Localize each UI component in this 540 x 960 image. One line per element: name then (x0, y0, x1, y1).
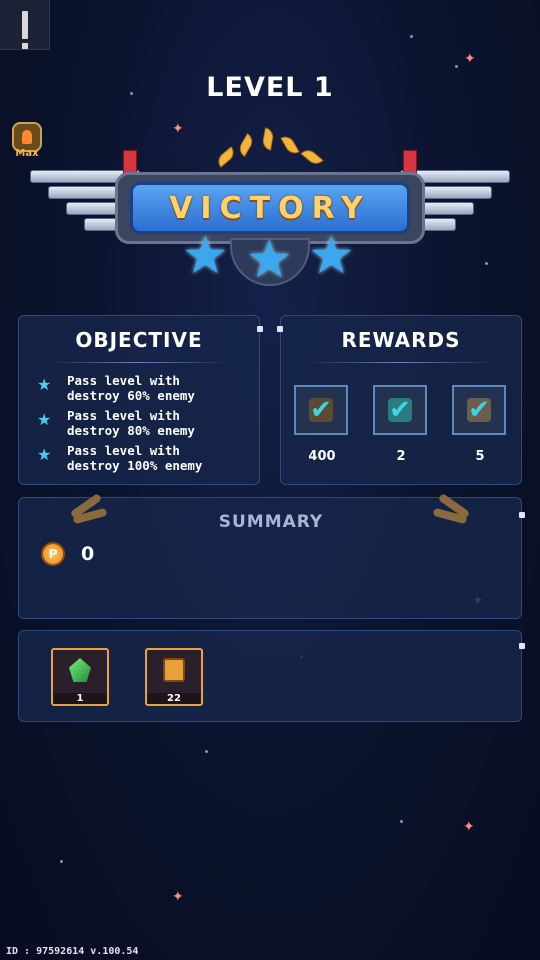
victory-title: VICTORY (169, 190, 371, 226)
loot-panel: 1 22 (18, 630, 525, 722)
green-gem-icon (69, 658, 91, 682)
objective-line: destroy 60% enemy (67, 388, 195, 403)
reward-item[interactable]: ✔ 2 (373, 385, 429, 464)
star-dot (455, 65, 458, 68)
divider (49, 362, 229, 363)
objective-item: ★ Pass level with destroy 80% enemy (37, 408, 259, 438)
star-icon: ★ (246, 230, 293, 290)
checkmark-icon: ✔ (310, 395, 332, 425)
rewards-panel: REWARDS ✔ 400 ✔ 2 ✔ 5 (277, 315, 522, 485)
star-icon: ★ (37, 445, 52, 464)
corner-dot (277, 326, 283, 332)
objective-title: OBJECTIVE (75, 328, 203, 352)
coin-row: P 0 (41, 542, 94, 566)
chest-icon (163, 658, 185, 682)
exclamation-icon (21, 10, 28, 49)
corner-dot (519, 512, 525, 518)
ship-reward-icon: ✔ (452, 385, 506, 435)
summary-panel: SUMMARY P 0 (18, 492, 525, 619)
sparkle-icon: ✦ (172, 889, 184, 905)
alert-button[interactable] (0, 0, 50, 50)
level-title: LEVEL 1 (206, 72, 334, 103)
objective-line: Pass level with (67, 443, 180, 458)
reward-value: 2 (396, 449, 406, 464)
objective-line: destroy 100% enemy (67, 458, 203, 473)
objective-list: ★ Pass level with destroy 60% enemy ★ Pa… (19, 373, 259, 473)
star-dot (205, 750, 208, 753)
objective-item: ★ Pass level with destroy 100% enemy (37, 443, 259, 473)
victory-plate: VICTORY (130, 182, 410, 234)
build-id: ID : 97592614 v.100.54 (6, 946, 139, 957)
box-reward-icon: ✔ (373, 385, 427, 435)
coin-icon: P (41, 542, 65, 566)
checkmark-icon: ✔ (468, 395, 490, 425)
corner-dot (519, 643, 525, 649)
laurel-crown-icon (205, 127, 335, 174)
reward-item[interactable]: ✔ 5 (452, 385, 508, 464)
star-icon: ★ (308, 226, 355, 286)
reward-item[interactable]: ✔ 400 (294, 385, 350, 464)
reward-value: 5 (475, 449, 485, 464)
reward-value: 400 (308, 449, 336, 464)
star-icon: ★ (37, 410, 52, 429)
reward-row: ✔ 400 ✔ 2 ✔ 5 (281, 385, 521, 464)
sparkle-icon: ✦ (464, 51, 476, 67)
star-dot (60, 860, 63, 863)
item-count: 1 (53, 693, 107, 704)
checkmark-icon: ✔ (389, 395, 411, 425)
star-icon: ★ (182, 226, 229, 286)
coin-value: 0 (81, 543, 95, 565)
loot-item[interactable]: 1 (51, 648, 109, 706)
rewards-title: REWARDS (341, 328, 461, 352)
coin-reward-icon: ✔ (294, 385, 348, 435)
objective-line: destroy 80% enemy (67, 423, 195, 438)
victory-banner: VICTORY ★ ★ ★ (30, 127, 510, 300)
sparkle-icon: ✦ (463, 819, 475, 835)
summary-title: SUMMARY (218, 512, 324, 532)
loot-item[interactable]: 22 (145, 648, 203, 706)
star-dot (400, 820, 403, 823)
corner-dot (257, 326, 263, 332)
divider (306, 362, 496, 363)
star-icon: ★ (37, 375, 52, 394)
item-count: 22 (147, 693, 201, 704)
objective-item: ★ Pass level with destroy 60% enemy (37, 373, 259, 403)
star-dot (410, 35, 413, 38)
objective-panel: OBJECTIVE ★ Pass level with destroy 60% … (18, 315, 263, 485)
objective-line: Pass level with (67, 373, 180, 388)
objective-line: Pass level with (67, 408, 180, 423)
